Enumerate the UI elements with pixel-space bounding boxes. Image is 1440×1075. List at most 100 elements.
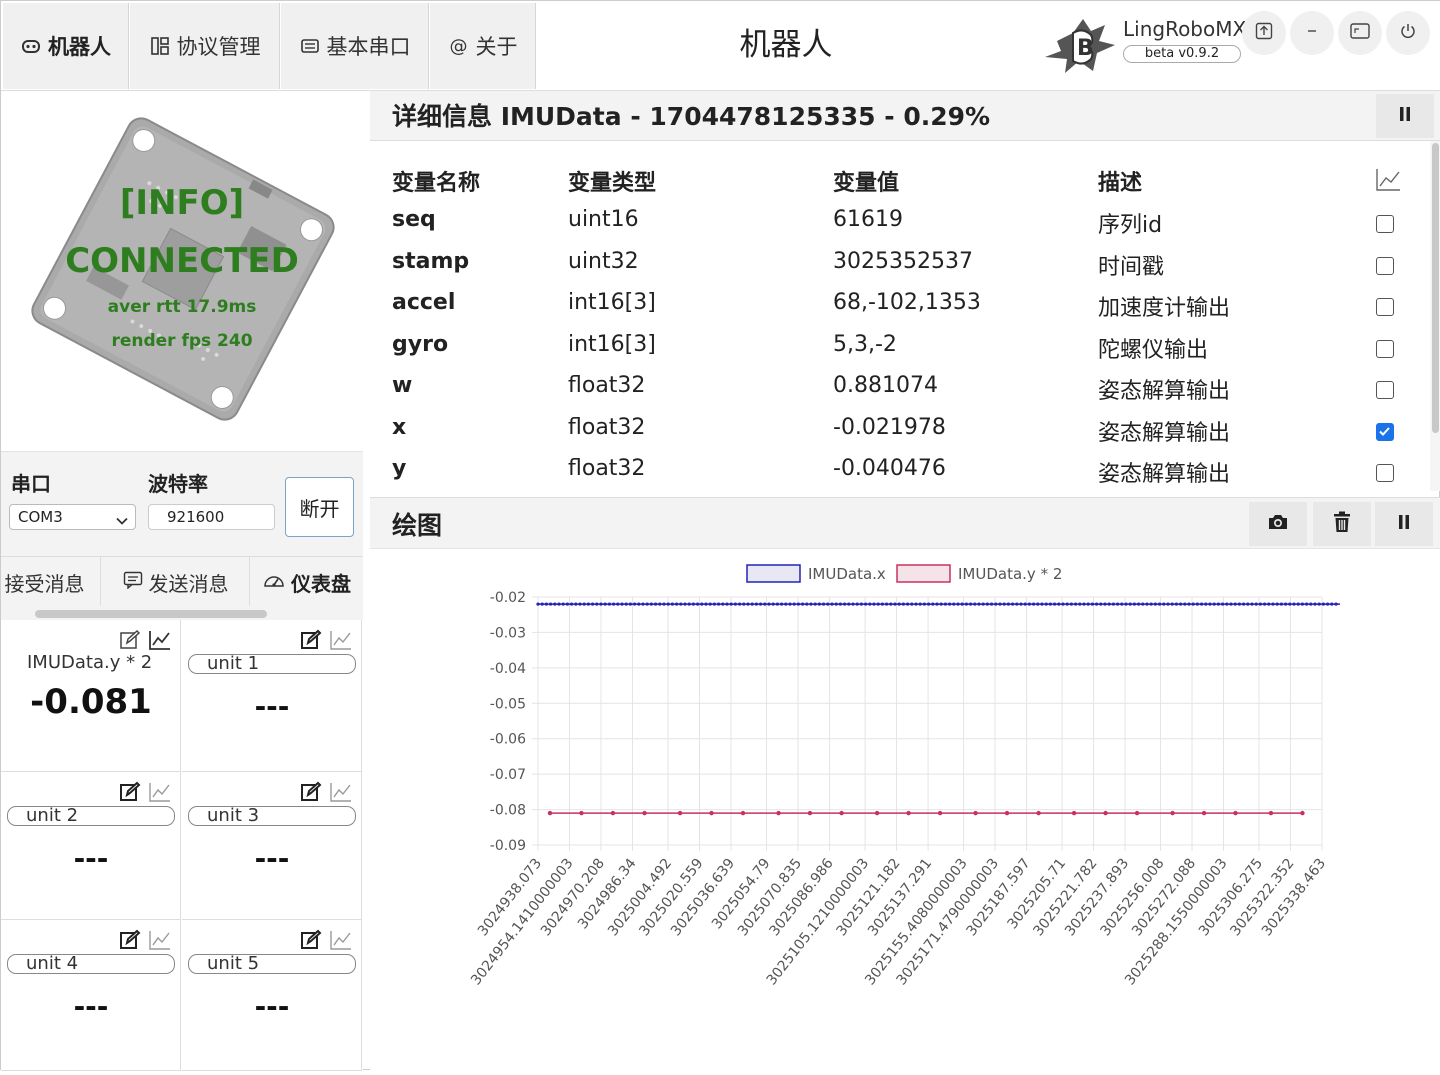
- tab-robot[interactable]: 机器人: [3, 3, 129, 89]
- edit-icon[interactable]: [299, 928, 323, 952]
- port-select[interactable]: COM3: [9, 504, 136, 530]
- power-button[interactable]: [1386, 11, 1430, 55]
- data-point-imudata-x: [582, 602, 586, 606]
- edit-icon[interactable]: [299, 628, 323, 652]
- col-type-header: 变量类型: [568, 171, 657, 196]
- version-badge: beta v0.9.2: [1123, 45, 1241, 63]
- tab-dashboard[interactable]: 仪表盘: [251, 557, 363, 607]
- plot-checkbox[interactable]: [1376, 215, 1394, 233]
- plot-checkbox[interactable]: [1376, 422, 1394, 441]
- data-point-imudata-x: [540, 602, 544, 606]
- data-point-imudata-x: [918, 602, 922, 606]
- cell-desc: 陀螺仪输出: [1098, 337, 1209, 363]
- edit-icon[interactable]: [118, 780, 142, 804]
- data-point-imudata-x: [712, 602, 716, 606]
- table-scrollbar[interactable]: [1430, 141, 1440, 491]
- data-point-imudata-y: [547, 810, 553, 816]
- data-point-imudata-y: [740, 810, 746, 816]
- scrollbar-thumb[interactable]: [35, 610, 267, 618]
- pause-icon: [1398, 106, 1412, 126]
- data-point-imudata-x: [1040, 602, 1044, 606]
- tab-serial[interactable]: 基本串口: [281, 3, 429, 89]
- data-point-imudata-x: [721, 602, 725, 606]
- data-point-imudata-y: [1268, 810, 1274, 816]
- data-point-imudata-x: [1233, 602, 1237, 606]
- plot-checkbox[interactable]: [1376, 298, 1394, 316]
- cell-value: 68,-102,1353: [833, 290, 981, 315]
- gauge-card: unit 3 ---: [182, 772, 362, 920]
- gauge-name[interactable]: unit 4: [7, 954, 175, 974]
- plot-checkbox[interactable]: [1376, 381, 1394, 399]
- tab-receive[interactable]: 接受消息: [0, 557, 101, 607]
- edit-icon[interactable]: [118, 928, 142, 952]
- chart-line-icon[interactable]: [329, 628, 353, 652]
- data-point-imudata-x: [1128, 602, 1132, 606]
- chart-line-icon[interactable]: [148, 628, 172, 652]
- plot-checkbox[interactable]: [1376, 256, 1394, 275]
- data-point-imudata-x: [796, 602, 800, 606]
- data-point-imudata-x: [960, 602, 964, 606]
- chart-line-icon[interactable]: [329, 780, 353, 804]
- data-point-imudata-x: [1317, 602, 1321, 606]
- edit-icon[interactable]: [118, 628, 142, 652]
- clear-plot-button[interactable]: [1313, 502, 1371, 546]
- chart-line-icon[interactable]: [148, 928, 172, 952]
- disconnect-button[interactable]: 断开: [285, 477, 354, 537]
- data-point-imudata-y: [1233, 810, 1238, 816]
- data-point-imudata-x: [889, 602, 893, 606]
- data-point-imudata-x: [1292, 602, 1296, 606]
- chart-line-icon[interactable]: [148, 780, 172, 804]
- cell-name: stamp: [392, 248, 470, 274]
- upload-button[interactable]: [1242, 11, 1286, 55]
- plot-checkbox[interactable]: [1376, 464, 1394, 482]
- data-point-imudata-x: [1111, 602, 1115, 606]
- data-point-imudata-x: [813, 602, 817, 606]
- top-bar: 机器人 协议管理 基本串口 @ 关于 机器人 B LingRoboMX beta…: [1, 1, 1440, 91]
- screenshot-button[interactable]: [1249, 502, 1307, 546]
- line-chart[interactable]: IMUData.x IMUData.y * 2 -0.02 -0.03 -0.04 -0.…: [370, 549, 1440, 1071]
- gauge-name[interactable]: unit 2: [7, 806, 175, 826]
- fps-readout: render fps 240: [111, 331, 253, 351]
- data-point-imudata-x: [792, 602, 796, 606]
- data-point-imudata-x: [805, 602, 809, 606]
- tab-about[interactable]: @ 关于: [430, 3, 536, 89]
- data-point-imudata-x: [1132, 602, 1136, 606]
- data-point-imudata-x: [1279, 602, 1283, 606]
- scrollbar-thumb[interactable]: [1432, 143, 1439, 433]
- tab-protocol[interactable]: 协议管理: [130, 3, 280, 89]
- data-point-imudata-x: [1212, 602, 1216, 606]
- data-point-imudata-x: [1069, 602, 1073, 606]
- data-point-imudata-x: [1158, 602, 1162, 606]
- data-point-imudata-x: [1326, 602, 1330, 606]
- data-point-imudata-x: [817, 602, 821, 606]
- data-point-imudata-x: [788, 602, 792, 606]
- chart-line-icon[interactable]: [329, 928, 353, 952]
- tab-send-label: 发送消息: [148, 571, 229, 596]
- gauge-name[interactable]: unit 3: [188, 806, 356, 826]
- gauge-card: unit 1 ---: [182, 620, 362, 772]
- tabs-scrollbar[interactable]: [1, 606, 363, 620]
- minimize-button[interactable]: [1290, 11, 1334, 55]
- data-point-imudata-x: [1271, 602, 1275, 606]
- data-point-imudata-x: [969, 602, 973, 606]
- data-point-imudata-x: [1309, 602, 1313, 606]
- data-point-imudata-x: [666, 602, 670, 606]
- tab-send[interactable]: 发送消息: [102, 557, 250, 607]
- data-point-imudata-x: [1032, 602, 1036, 606]
- detail-pause-button[interactable]: [1376, 94, 1434, 138]
- data-point-imudata-x: [864, 602, 868, 606]
- plot-pause-button[interactable]: [1375, 502, 1433, 546]
- baud-input[interactable]: 921600: [148, 504, 275, 530]
- data-point-imudata-x: [822, 602, 826, 606]
- cell-desc: 时间戳: [1098, 254, 1165, 280]
- gauge-name[interactable]: unit 1: [188, 654, 356, 674]
- data-point-imudata-x: [1162, 602, 1166, 606]
- data-point-imudata-y: [1201, 810, 1207, 816]
- gauge-name[interactable]: unit 5: [188, 954, 356, 974]
- data-point-imudata-x: [725, 602, 729, 606]
- maximize-button[interactable]: [1338, 11, 1382, 55]
- message-icon: [123, 570, 143, 594]
- edit-icon[interactable]: [299, 780, 323, 804]
- plot-checkbox[interactable]: [1376, 339, 1394, 358]
- gauge-icon: [263, 570, 285, 594]
